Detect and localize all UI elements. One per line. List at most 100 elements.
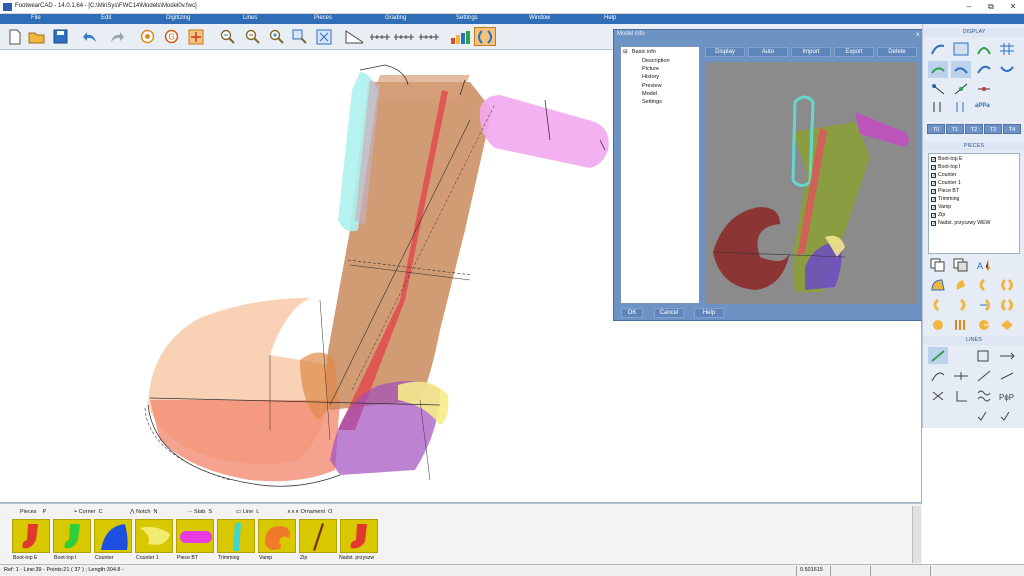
measure-1-icon[interactable] <box>369 27 391 46</box>
piece-thumb-boot-top-e[interactable] <box>12 519 50 553</box>
line-style-3-icon[interactable] <box>974 61 994 78</box>
menu-digitizing[interactable]: Digitizing <box>166 15 190 21</box>
pieces-list-item[interactable]: ✓ Counter <box>931 172 956 178</box>
checkbox-checked-icon[interactable]: ✓ <box>931 196 936 202</box>
piece-op-4-icon[interactable] <box>997 276 1017 293</box>
image-icon[interactable] <box>951 40 971 57</box>
cancel-button[interactable]: Cancel <box>654 308 684 318</box>
zoom-out-2-icon[interactable] <box>243 27 262 46</box>
maximize-button[interactable]: ⧉ <box>980 0 1002 14</box>
color-bars-icon[interactable] <box>450 27 472 46</box>
piece-thumb-piece-bt[interactable] <box>176 519 214 553</box>
tree-item-description[interactable]: Description <box>642 58 670 64</box>
menu-edit[interactable]: Edit <box>101 15 111 21</box>
piece-op-2-icon[interactable] <box>951 276 971 293</box>
menu-file[interactable]: File <box>31 15 41 21</box>
node-tool-3-icon[interactable] <box>974 80 994 97</box>
ok-button[interactable]: OK <box>621 308 643 318</box>
piece-op-6-icon[interactable] <box>951 296 971 313</box>
pieces-list-item[interactable]: ✓ Zip <box>931 212 945 218</box>
piece-op-3-icon[interactable] <box>974 276 994 293</box>
dialog-close-button[interactable]: × <box>915 30 920 39</box>
tree-item-preview[interactable]: Preview <box>642 83 662 89</box>
ruler-set-square-icon[interactable] <box>344 27 363 46</box>
help-button[interactable]: Help <box>694 308 724 318</box>
checkbox-checked-icon[interactable]: ✓ <box>931 156 936 162</box>
piece-op-12-icon[interactable] <box>997 316 1017 333</box>
menu-grading[interactable]: Grading <box>385 15 406 21</box>
line-op-10-icon[interactable] <box>974 387 994 404</box>
open-folder-icon[interactable] <box>27 27 46 46</box>
pieces-list-item[interactable]: ✓ Trimming <box>931 196 959 202</box>
tree-item-history[interactable]: History <box>642 74 659 80</box>
t3-button[interactable]: T3 <box>984 124 1002 134</box>
line-op-9-icon[interactable] <box>951 387 971 404</box>
piece-thumb-vamp[interactable] <box>258 519 296 553</box>
zoom-out-icon[interactable] <box>218 27 237 46</box>
tab-stab[interactable]: ··· Stab S <box>187 506 212 517</box>
vertical-tool-icon[interactable] <box>928 98 948 115</box>
line-op-12-icon[interactable] <box>974 407 994 424</box>
tab-auto[interactable]: Auto <box>748 47 788 57</box>
copy-piece-2-icon[interactable] <box>951 256 971 273</box>
tab-display[interactable]: Display <box>705 47 745 57</box>
tab-ornament[interactable]: ∧∧∧ Ornament O <box>287 506 332 517</box>
zoom-fit-icon[interactable] <box>314 27 333 46</box>
zoom-in-icon[interactable] <box>267 27 286 46</box>
menu-pieces[interactable]: Pieces <box>314 15 332 21</box>
menu-help[interactable]: Help <box>604 15 616 21</box>
sort-icon[interactable]: A <box>974 256 994 273</box>
measure-2-icon[interactable] <box>393 27 415 46</box>
menu-window[interactable]: Window <box>529 15 550 21</box>
node-tool-icon[interactable] <box>928 80 948 97</box>
curve-pair-icon[interactable] <box>474 27 496 46</box>
line-op-11-icon[interactable]: PɸP <box>997 387 1017 404</box>
line-op-1-icon[interactable] <box>928 347 948 364</box>
checkbox-checked-icon[interactable]: ✓ <box>931 212 936 218</box>
tab-notch[interactable]: ⋀ Notch N <box>130 506 157 517</box>
curve-tool-icon[interactable] <box>974 40 994 57</box>
bottom-scrollbar[interactable] <box>912 506 921 563</box>
tab-import[interactable]: Import <box>791 47 831 57</box>
tab-export[interactable]: Export <box>834 47 874 57</box>
tab-line[interactable]: ▭ Line L <box>236 506 259 517</box>
new-file-icon[interactable] <box>5 27 24 46</box>
measure-3-icon[interactable] <box>418 27 440 46</box>
undo-icon[interactable] <box>81 27 100 46</box>
move-arrows-icon[interactable] <box>186 27 205 46</box>
checkbox-checked-icon[interactable]: ✓ <box>931 204 936 210</box>
text-tool[interactable]: aPPa <box>975 103 990 109</box>
line-op-5-icon[interactable] <box>951 367 971 384</box>
save-icon[interactable] <box>51 27 70 46</box>
checkbox-checked-icon[interactable]: ✓ <box>931 188 936 194</box>
pieces-list-item[interactable]: ✓ Boot-top E <box>931 156 963 162</box>
line-op-2-icon[interactable] <box>974 347 994 364</box>
zoom-window-icon[interactable] <box>290 27 309 46</box>
line-op-3-icon[interactable] <box>997 347 1017 364</box>
tab-delete[interactable]: Delete <box>877 47 917 57</box>
piece-thumb-nadst-przyszwy[interactable] <box>340 519 378 553</box>
piece-op-10-icon[interactable] <box>951 316 971 333</box>
piece-op-11-icon[interactable] <box>974 316 994 333</box>
grid-icon[interactable] <box>997 40 1017 57</box>
vertical-tool-2-icon[interactable] <box>951 98 971 115</box>
line-op-8-icon[interactable] <box>928 387 948 404</box>
piece-thumb-zip[interactable] <box>299 519 337 553</box>
checkbox-checked-icon[interactable]: ✓ <box>931 220 936 226</box>
t2-button[interactable]: T2 <box>965 124 983 134</box>
pieces-list-item[interactable]: ✓ Nadst. przyszwy WEW <box>931 220 990 226</box>
tab-pieces[interactable]: Pieces P <box>20 506 46 517</box>
piece-thumb-counter-1[interactable] <box>135 519 173 553</box>
close-button[interactable]: ✕ <box>1002 0 1024 14</box>
piece-op-7-icon[interactable] <box>974 296 994 313</box>
pieces-list-item[interactable]: ✓ Counter 1 <box>931 180 961 186</box>
piece-op-1-icon[interactable] <box>928 276 948 293</box>
tree-root[interactable]: Basic info <box>632 49 656 55</box>
pieces-list-item[interactable]: ✓ Vamp <box>931 204 951 210</box>
tree-item-picture[interactable]: Picture <box>642 66 659 72</box>
tree-item-settings[interactable]: Settings <box>642 99 662 105</box>
line-op-4-icon[interactable] <box>928 367 948 384</box>
t1-button[interactable]: T1 <box>946 124 964 134</box>
line-style-4-icon[interactable] <box>997 61 1017 78</box>
line-style-2-icon[interactable] <box>951 61 971 78</box>
